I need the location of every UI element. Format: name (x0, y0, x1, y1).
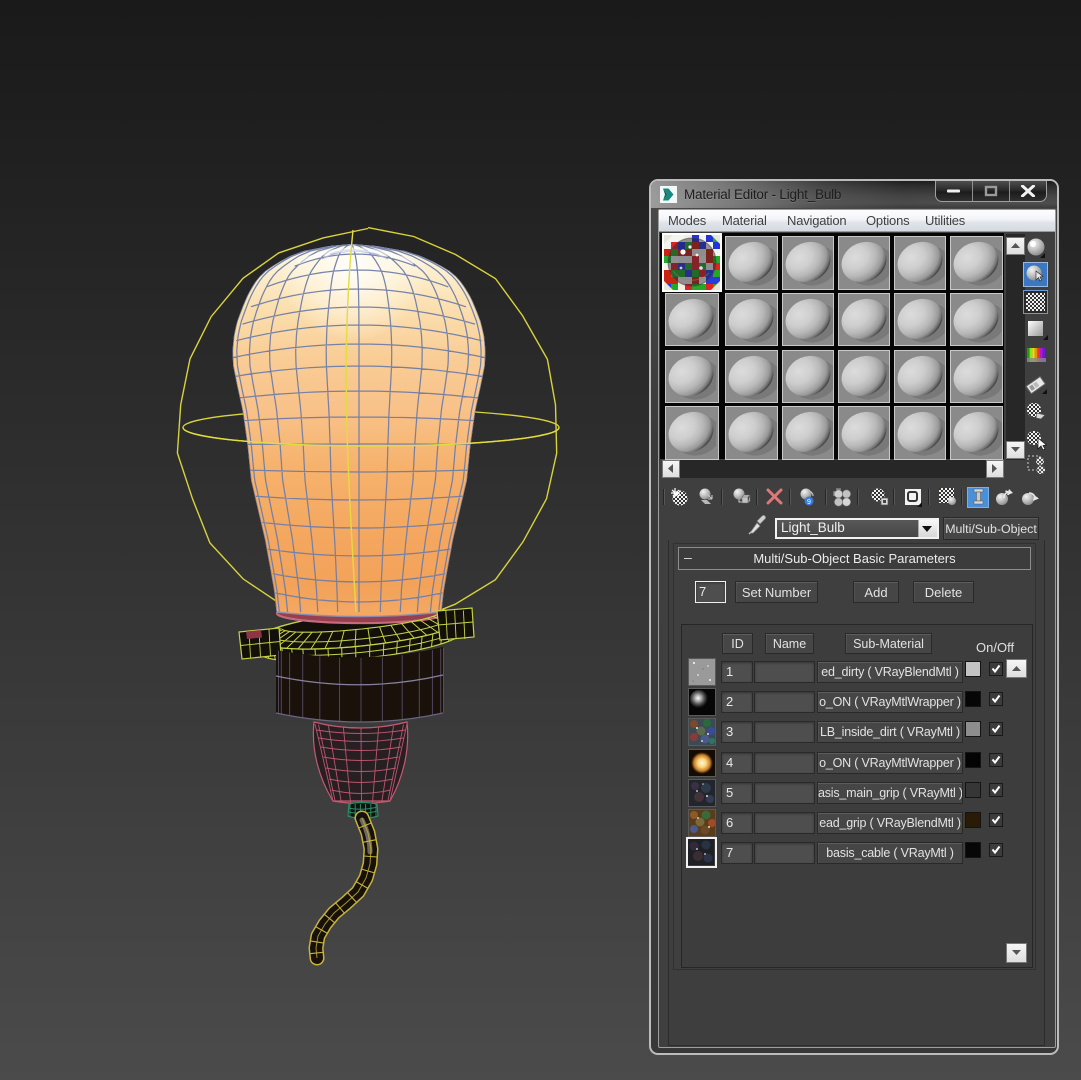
svg-text:9: 9 (807, 499, 811, 506)
